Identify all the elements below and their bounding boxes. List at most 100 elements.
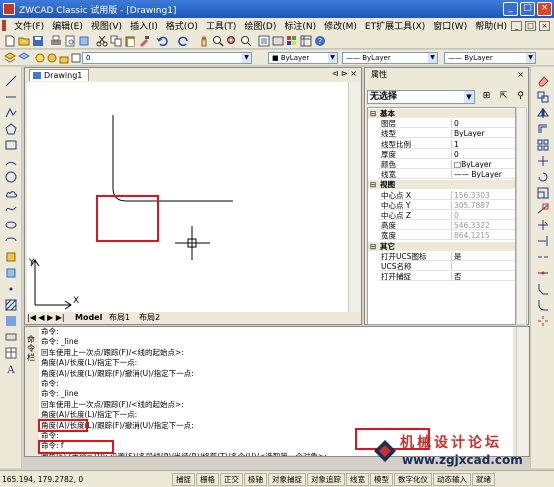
drawing-tab-controls[interactable]: ⊲ ⊳ × [332,69,357,78]
close-icon[interactable]: × [517,68,524,81]
trim-icon[interactable] [537,219,549,231]
break-icon[interactable] [537,251,549,263]
tab-layout2[interactable]: 布局2 [139,313,160,324]
property-value[interactable]: 1 [451,139,515,149]
copy-icon[interactable] [110,35,122,47]
insert-block-icon[interactable] [5,251,17,263]
menu-dimension[interactable]: 标注(N) [280,19,320,32]
gradient-icon[interactable] [5,315,17,327]
property-value[interactable]: 546.3322 [451,221,515,231]
revision-cloud-icon[interactable] [5,187,17,199]
point-icon[interactable] [5,283,17,295]
match-properties-icon[interactable] [138,35,150,47]
save-icon[interactable] [32,35,44,47]
drawing-tab[interactable]: Drawing1 [29,69,90,81]
menu-et-tools[interactable]: ET扩展工具(X) [361,19,429,32]
property-row[interactable]: 颜色 □ByLayer [368,160,515,169]
pan-icon[interactable] [198,35,210,47]
zoom-window-icon[interactable] [226,35,238,47]
property-row[interactable]: 中心点 X 156.3303 [368,190,515,200]
properties-icon[interactable] [258,35,270,47]
status-button[interactable]: 极轴 [244,472,267,486]
property-value[interactable]: □ByLayer [451,160,515,169]
menu-tools[interactable]: 工具(T) [202,19,241,32]
document-icon[interactable] [2,20,6,31]
polygon-icon[interactable] [5,123,17,135]
table-icon[interactable] [5,347,17,359]
property-row[interactable]: 打开捕捉否 [368,272,515,282]
property-row[interactable]: 线宽 —— ByLayer [368,170,515,180]
mtext-icon[interactable]: A [5,363,17,375]
zoom-previous-icon[interactable] [240,35,252,47]
chevron-down-icon[interactable]: ▼ [242,53,251,63]
layer-on-icon[interactable] [34,52,46,64]
property-row[interactable]: 中心点 Z0 [368,211,515,220]
chevron-down-icon[interactable]: ▼ [428,53,437,63]
region-icon[interactable] [5,331,17,343]
offset-icon[interactable] [537,123,549,135]
erase-icon[interactable] [537,75,549,87]
close-button[interactable]: × [537,2,552,16]
menu-modify[interactable]: 修改(M) [320,19,361,32]
ellipse-arc-icon[interactable] [5,235,17,247]
status-button[interactable]: 对象追踪 [307,472,345,486]
status-button[interactable]: 模型 [370,472,393,486]
drawing-canvas[interactable]: Y X [27,82,348,312]
help-icon[interactable]: ? [314,35,326,47]
mirror-icon[interactable] [537,107,549,119]
property-row[interactable]: 线型比例 1 [368,139,515,149]
property-value[interactable]: 305.7887 [451,200,515,210]
doc-minimize-button[interactable]: _ [511,20,522,31]
make-block-icon[interactable] [5,267,17,279]
new-file-icon[interactable] [4,35,16,47]
toggle-pickadd-icon[interactable]: ⊞ [481,91,492,102]
status-button[interactable]: 动态输入 [433,472,471,486]
arc-icon[interactable] [5,155,17,167]
extend-icon[interactable] [537,235,549,247]
layer-color-icon[interactable] [70,52,82,64]
zoom-realtime-icon[interactable] [212,35,224,47]
properties-scrollbar[interactable] [516,107,527,325]
menu-draw[interactable]: 绘图(D) [240,19,280,32]
linetype-select[interactable]: —— ByLayer ▼ [342,52,438,64]
status-button[interactable]: 就绪 [472,472,495,486]
menu-help[interactable]: 帮助(H) [471,19,511,32]
layer-unlock-icon[interactable] [58,52,70,64]
select-objects-icon[interactable]: ⇱ [498,91,509,102]
circle-icon[interactable] [5,171,17,183]
copy-object-icon[interactable] [537,91,549,103]
layer-select[interactable]: 0 ▼ [82,52,252,64]
property-value[interactable]: —— ByLayer [451,170,515,180]
tab-nav-arrows[interactable]: |◀ ◀ ▶ ▶| [27,313,65,324]
doc-close-button[interactable]: × [539,20,550,31]
status-button[interactable]: 捕捉 [172,472,195,486]
chevron-down-icon[interactable]: ▼ [526,53,535,63]
ray-icon[interactable] [5,91,17,103]
open-folder-icon[interactable] [18,35,30,47]
menu-format[interactable]: 格式(O) [162,19,202,32]
color-select[interactable]: ■ ByLayer ▼ [268,52,338,64]
status-button[interactable]: 正交 [220,472,243,486]
redo-icon[interactable] [178,35,190,47]
sheet-set-icon[interactable] [300,35,312,47]
property-section[interactable]: 视图 [368,180,515,190]
property-value[interactable]: 0 [451,211,515,220]
design-center-icon[interactable] [272,35,284,47]
property-row[interactable]: 厚度 0 [368,149,515,159]
stretch-icon[interactable] [537,203,549,215]
status-button[interactable]: 线宽 [346,472,369,486]
property-row[interactable]: 宽度 864.1215 [368,231,515,241]
property-row[interactable]: 线型 ByLayer [368,129,515,139]
property-row[interactable]: 图层 0 [368,119,515,129]
minimize-button[interactable]: _ [503,2,518,16]
status-button[interactable]: 对象捕捉 [268,472,306,486]
layer-state-icon[interactable] [18,52,30,64]
publish-icon[interactable] [78,35,90,47]
property-section[interactable]: 基本 [368,109,515,118]
property-value[interactable]: 否 [451,272,515,282]
menu-file[interactable]: 文件(F) [10,19,48,32]
chevron-down-icon[interactable]: ▼ [464,91,474,103]
hatch-icon[interactable] [5,299,17,311]
tab-model[interactable]: Model [75,313,102,324]
spline-icon[interactable] [5,203,17,215]
